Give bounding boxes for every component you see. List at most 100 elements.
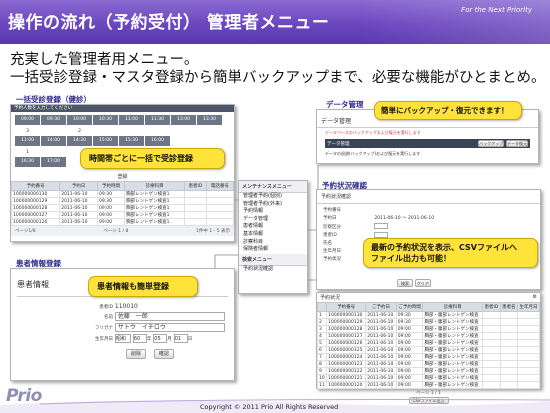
kana-field[interactable]: サトウ イチロウ	[114, 323, 225, 332]
cell	[499, 311, 518, 319]
confirm-button[interactable]: 確認	[153, 349, 174, 359]
table-row[interactable]: 6 100000000125 2011-06-10 09:00 胸部・腹部レントゲン検査	[316, 346, 541, 354]
row-number: 7	[316, 353, 328, 361]
column-header[interactable]: ご予約時間	[395, 302, 424, 312]
cell	[499, 381, 518, 389]
cell: 胸部・腹部レントゲン検査	[422, 367, 484, 375]
callout-status-line-1: 最新の予約状況を表示、CSVファイルへ	[371, 243, 517, 252]
callout-status: 最新の予約状況を表示、CSVファイルへ ファイル出力も可能！	[363, 238, 538, 268]
cell	[482, 339, 501, 347]
table-row[interactable]: 7 100000000124 2011-06-10 09:00 胸部・腹部レントゲン検査	[316, 353, 541, 361]
row-number: 9	[316, 367, 328, 375]
callout-patient: 患者情報も簡単登録	[88, 276, 198, 297]
restore-button[interactable]: データ復元	[506, 140, 528, 147]
cell	[516, 381, 541, 389]
table-row[interactable]: 3 100000000128 2011-06-10 09:00 胸部・腹部レントゲン検査	[316, 325, 541, 333]
cell	[516, 367, 541, 375]
cell	[499, 360, 518, 368]
cell: 2011-06-10	[365, 346, 397, 354]
field-label: 予約日	[323, 216, 337, 221]
cell: 100000000121	[326, 374, 367, 382]
cell: 胸部・腹部レントゲン検査	[422, 360, 484, 368]
category-select[interactable]	[374, 223, 389, 229]
cell: 100000000123	[326, 360, 367, 368]
day-select[interactable]: 01	[173, 334, 188, 343]
cell: 胸部・腹部レントゲン検査	[422, 325, 484, 333]
table-row[interactable]: 4 100000000127 2011-06-10 09:00 胸部・腹部レントゲン検査	[316, 332, 541, 340]
copyright: Copyright © 2011 Prio All Rights Reserve…	[200, 403, 339, 411]
table-row[interactable]: 8 100000000123 2011-06-10 09:00 胸部・腹部レントゲン検査	[316, 360, 541, 368]
column-header[interactable]: 患者ID	[482, 302, 501, 312]
cell: 09:00	[395, 339, 424, 347]
cell: 2011-06-10	[365, 339, 397, 347]
callout-status-line-2: ファイル出力も可能！	[371, 254, 451, 263]
callout-backup: 簡単にバックアップ・復元できます！	[374, 101, 522, 120]
cell: 09:00	[395, 360, 424, 368]
cell	[516, 353, 541, 361]
search-button[interactable]: 検索	[397, 279, 413, 287]
cell: 09:00	[395, 367, 424, 375]
clear-button[interactable]: クリア	[414, 279, 431, 287]
cell	[482, 332, 501, 340]
cell: 2011-06-10	[365, 381, 397, 389]
patient-id-field[interactable]	[374, 231, 389, 238]
table-row[interactable]: 5 100000000126 2011-06-10 09:00 胸部・腹部レントゲン検査	[316, 339, 541, 347]
status-panel-title: 予約状況確認	[317, 190, 540, 204]
cell: 100000000130	[326, 311, 367, 319]
cell	[499, 374, 518, 382]
table-row[interactable]: 10 100000000121 2011-06-10 09:00 胸部・腹部レントゲン検…	[316, 374, 541, 382]
row-number: 6	[316, 346, 328, 354]
date-to-field[interactable]: 2011-06-10	[408, 216, 434, 221]
column-header[interactable]: 生年月日	[516, 302, 541, 312]
year-unit: 年	[146, 337, 152, 342]
column-header	[316, 302, 328, 312]
delete-button[interactable]: 削除	[126, 349, 146, 359]
cell	[499, 339, 518, 347]
cell	[482, 367, 501, 375]
list-title: 予約状況	[320, 295, 341, 301]
table-row[interactable]: 2 100000000129 2011-06-10 09:30 胸部・腹部レントゲン検査	[316, 318, 541, 326]
row-number: 3	[316, 325, 328, 333]
row-number: 2	[316, 318, 328, 326]
field-label: 氏名	[323, 241, 332, 246]
row-number: 5	[316, 339, 328, 347]
cell: 09:00	[395, 332, 424, 340]
db-label: データ管理	[327, 141, 350, 147]
patient-id-label: 患者ID	[99, 305, 113, 310]
cell: 胸部・腹部レントゲン検査	[422, 332, 484, 340]
cell: 2011-06-10	[365, 318, 397, 326]
cell: 2011-06-10	[365, 360, 397, 368]
cell: 胸部・腹部レントゲン検査	[422, 339, 484, 347]
date-from-field[interactable]: 2011-06-10	[374, 216, 400, 221]
cell	[482, 374, 501, 382]
column-header[interactable]: ご予約日	[365, 302, 397, 312]
month-select[interactable]: 05	[153, 334, 168, 343]
era-select[interactable]: 昭和	[114, 334, 131, 343]
table-row[interactable]: 11 100000000120 2011-06-10 09:00 胸部・腹部レントゲン検…	[316, 381, 541, 389]
name-label: 名前	[104, 315, 113, 320]
table-row[interactable]: 1 100000000130 2011-06-10 09:30 胸部・腹部レントゲン検査	[316, 311, 541, 319]
cell	[482, 381, 501, 389]
cell: 2011-06-10	[365, 332, 397, 340]
cell: 胸部・腹部レントゲン検査	[422, 374, 484, 382]
column-header[interactable]: 診療科目	[422, 302, 484, 312]
status-list-panel: 予約状況 ⚙ 予約番号 ご予約日 ご予約時間 診療科目 患者ID 患者名 生年月…	[316, 292, 541, 404]
cell: 2011-06-10	[365, 374, 397, 382]
field-row: 予約日 2011-06-10 ～ 2011-06-10	[323, 216, 435, 221]
column-header[interactable]: 患者名	[499, 302, 518, 312]
name-field[interactable]: 佐藤 一郎	[114, 312, 225, 321]
row-number: 8	[316, 360, 328, 368]
field-row: 予約番号	[323, 207, 534, 215]
cell: 胸部・腹部レントゲン検査	[422, 311, 484, 319]
table-row[interactable]: 9 100000000122 2011-06-10 09:00 胸部・腹部レントゲン検査	[316, 367, 541, 375]
prio-logo: Prio	[6, 386, 42, 406]
cell	[499, 353, 518, 361]
row-number: 4	[316, 332, 328, 340]
backup-button[interactable]: バックアップ	[478, 140, 505, 147]
year-select[interactable]: 60	[132, 334, 147, 343]
gear-icon[interactable]: ⚙	[533, 294, 537, 301]
column-header[interactable]: 予約番号	[326, 302, 367, 312]
status-table: 予約番号 ご予約日 ご予約時間 診療科目 患者ID 患者名 生年月日 1 1000…	[316, 302, 541, 389]
cell: 09:30	[395, 311, 424, 319]
cell: 2011-06-10	[365, 311, 397, 319]
